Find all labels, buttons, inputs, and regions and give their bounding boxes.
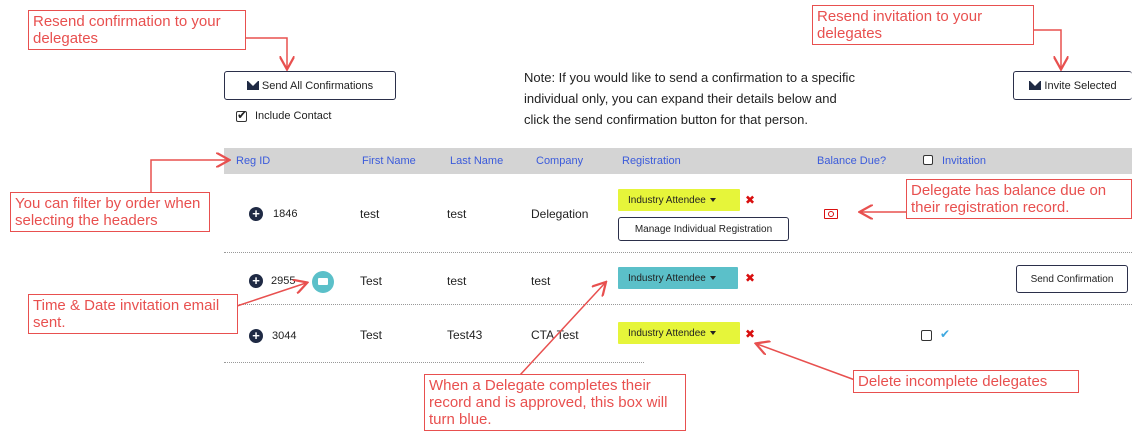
caret-down-icon [709, 276, 716, 280]
row-2-company: test [531, 274, 551, 288]
row-1-reg-id: 1846 [273, 208, 298, 220]
send-all-confirmations-button[interactable]: Send All Confirmations [224, 71, 396, 100]
expand-row-icon[interactable]: + [249, 274, 263, 288]
checkmark-icon: ✔ [940, 327, 951, 341]
callout-delete-incomplete: Delete incomplete delegates [853, 370, 1079, 393]
row-1-last-name: test [447, 207, 467, 221]
caret-down-icon [709, 198, 716, 202]
manage-individual-registration-button[interactable]: Manage Individual Registration [618, 217, 789, 241]
row-1-company: Delegation [531, 207, 589, 221]
row-3-last-name: Test43 [447, 328, 483, 342]
row-3-first-name: Test [360, 328, 383, 342]
header-reg-id[interactable]: Reg ID [236, 155, 270, 167]
send-confirmation-button[interactable]: Send Confirmation [1016, 265, 1128, 293]
row-divider [224, 304, 1132, 305]
header-company[interactable]: Company [536, 155, 583, 167]
expand-row-icon[interactable]: + [249, 329, 263, 343]
row-3-company: CTA Test [531, 328, 579, 342]
callout-turns-blue: When a Delegate completes their record a… [424, 374, 686, 431]
invite-selected-label: Invite Selected [1044, 79, 1117, 92]
include-contact-label: Include Contact [255, 110, 332, 122]
row-2-reg-id: 2955 [271, 275, 296, 287]
include-contact-checkbox[interactable] [236, 108, 247, 122]
row-3-invitation-checkbox[interactable] [921, 330, 932, 341]
row-3-reg-id: 3044 [272, 330, 297, 342]
row-1-first-name: test [360, 207, 380, 221]
invitation-sent-icon[interactable] [312, 271, 334, 293]
caret-down-icon [709, 331, 716, 335]
delete-icon[interactable]: ✖ [745, 271, 755, 285]
callout-time-date-invitation: Time & Date invitation email sent. [28, 294, 238, 334]
callout-filter-by-order: You can filter by order when selecting t… [10, 192, 210, 232]
row-divider [224, 362, 644, 363]
delete-icon[interactable]: ✖ [745, 193, 755, 207]
callout-balance-due: Delegate has balance due on their regist… [906, 179, 1132, 219]
header-invitation[interactable]: Invitation [942, 155, 986, 167]
row-divider [224, 252, 1132, 253]
header-first-name[interactable]: First Name [362, 155, 416, 167]
callout-resend-invitation: Resend invitation to your delegates [812, 5, 1034, 45]
send-all-confirmations-label: Send All Confirmations [261, 79, 374, 92]
row-2-last-name: test [447, 274, 467, 288]
confirmation-note: Note: If you would like to send a confir… [524, 70, 855, 127]
row-1-registration-badge[interactable]: Industry Attendee [618, 189, 740, 211]
row-3-registration-badge[interactable]: Industry Attendee [618, 322, 740, 344]
header-registration[interactable]: Registration [622, 155, 681, 167]
invite-selected-button[interactable]: Invite Selected [1013, 71, 1132, 100]
row-2-first-name: Test [360, 274, 383, 288]
delete-icon[interactable]: ✖ [745, 327, 755, 341]
row-2-registration-badge[interactable]: Industry Attendee [618, 267, 738, 289]
balance-due-icon [824, 209, 838, 219]
envelope-icon [1029, 81, 1042, 90]
header-balance-due[interactable]: Balance Due? [817, 155, 886, 167]
envelope-icon [246, 81, 259, 90]
expand-row-icon[interactable]: + [249, 207, 263, 221]
invitation-select-all-checkbox[interactable] [923, 155, 933, 165]
header-last-name[interactable]: Last Name [450, 155, 503, 167]
callout-resend-confirmation: Resend confirmation to your delegates [28, 10, 246, 50]
